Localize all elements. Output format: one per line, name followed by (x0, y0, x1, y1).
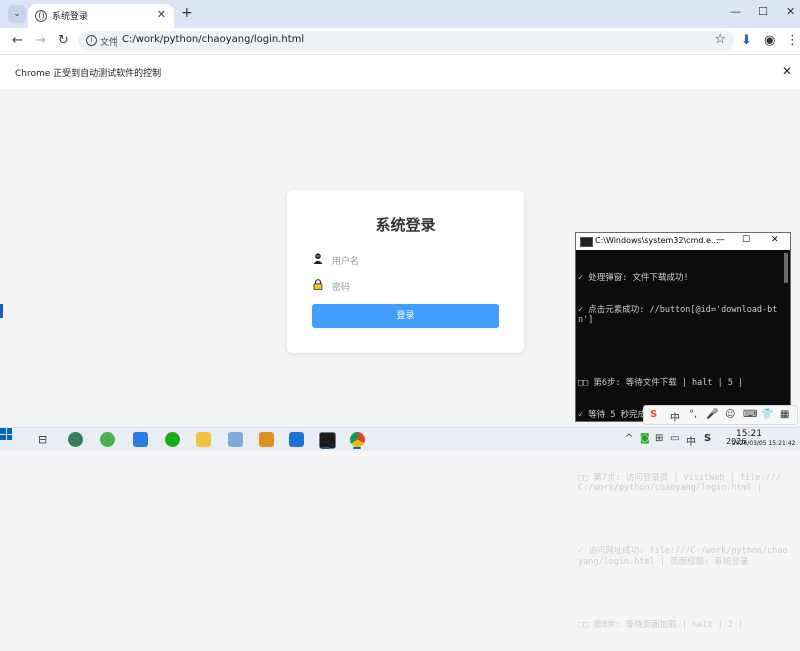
lock-icon (313, 279, 323, 290)
window-close-button[interactable]: ✕ (786, 5, 795, 18)
cmd-line: □□ 第6步: 等待文件下载 | halt | 5 | (578, 378, 744, 388)
skin-icon[interactable]: 👕 (761, 409, 773, 420)
left-edge-indicator (0, 304, 3, 318)
infobar-close-icon[interactable]: ✕ (782, 64, 792, 78)
cmd-titlebar[interactable]: C:\Windows\system32\cmd.e... — ☐ ✕ (576, 233, 790, 250)
file-explorer-icon[interactable] (196, 432, 211, 447)
sogou-logo-icon[interactable]: S (650, 409, 657, 420)
active-app-indicator (353, 447, 361, 449)
ime-toolbar[interactable]: S 中 °, 🎤 ☺ ⌨ 👕 ▦ (643, 405, 798, 425)
emoji-icon[interactable]: ☺ (725, 409, 735, 420)
password-input[interactable]: 密码 (332, 280, 350, 293)
cmd-app-icon (580, 237, 593, 247)
globe-icon (35, 10, 47, 22)
toolbox-icon[interactable]: ▦ (780, 409, 789, 420)
tray-ime-indicator[interactable]: 中 (686, 433, 696, 448)
cmd-scrollbar[interactable] (784, 253, 788, 283)
tab-search-button[interactable]: ⌄ (8, 5, 26, 23)
app-icon-3[interactable] (133, 432, 148, 447)
cmd-minimize-button[interactable]: — (716, 235, 725, 245)
cmd-title: C:\Windows\system32\cmd.e... (595, 236, 719, 245)
wechat-icon[interactable] (165, 432, 180, 447)
browser-tab-active[interactable]: 系统登录 ✕ (28, 4, 174, 28)
address-bar[interactable]: i 文件 C:/work/python/chaoyang/login.html … (78, 31, 734, 51)
window-minimize-button[interactable]: — (730, 5, 741, 18)
active-app-indicator (322, 447, 330, 449)
cmd-line: ✓ 处理弹窗: 文件下载成功! (578, 273, 689, 283)
cmd-line: □□ 第7步: 访问登录页 | visitWeb | file:///C:/wo… (578, 472, 781, 494)
reload-icon[interactable]: ↻ (58, 33, 69, 48)
back-icon[interactable]: ← (12, 33, 23, 48)
tray-icon[interactable]: ▭ (670, 433, 679, 444)
user-icon (313, 253, 323, 264)
info-icon[interactable]: i (86, 35, 97, 46)
new-tab-button[interactable]: + (181, 5, 193, 21)
cmd-line (578, 588, 788, 599)
browser-toolbar: ← → ↻ i 文件 C:/work/python/chaoyang/login… (0, 28, 800, 54)
tray-overflow-icon[interactable]: ^ (625, 433, 633, 444)
app-icon-1[interactable] (68, 432, 83, 447)
cmd-line (578, 515, 788, 526)
infobar-message: Chrome 正受到自动测试软件的控制 (15, 69, 162, 79)
cmd-line: ✓ 点击元素成功: //button[@id='download-btn'] (578, 304, 778, 326)
wechat-tray-icon[interactable]: ◙ (640, 433, 650, 444)
keyboard-icon[interactable]: ⌨ (743, 409, 757, 420)
cmd-line: ✓ 访问网址成功: file:///C:/work/python/chaoyan… (578, 546, 788, 567)
forward-icon[interactable]: → (35, 33, 46, 48)
tab-close-icon[interactable]: ✕ (157, 8, 166, 21)
windows-start-icon[interactable] (0, 428, 12, 440)
tab-title: 系统登录 (52, 12, 89, 22)
app-icon-8[interactable] (289, 432, 304, 447)
bookmark-star-icon[interactable]: ☆ (714, 32, 726, 47)
chrome-icon[interactable] (350, 432, 365, 447)
cmd-line: □□ 第8步: 等待页面加载 | halt | 2 | (578, 619, 744, 630)
automation-infobar: Chrome 正受到自动测试软件的控制 ✕ (0, 54, 800, 90)
menu-icon[interactable]: ⋮ (786, 33, 799, 48)
login-button[interactable]: 登录 (312, 304, 499, 328)
window-maximize-button[interactable]: ☐ (758, 5, 768, 18)
ime-mode-toggle[interactable]: 中 (670, 409, 680, 424)
sogou-tray-icon[interactable]: S (704, 433, 711, 444)
clock-date[interactable]: 2026/03/05 15:21:42 (732, 440, 795, 447)
microphone-icon[interactable]: 🎤 (706, 409, 718, 420)
app-icon-6[interactable] (228, 432, 243, 447)
url-text[interactable]: C:/work/python/chaoyang/login.html (122, 34, 304, 45)
cmd-output: ✓ 处理弹窗: 文件下载成功! ✓ 点击元素成功: //button[@id='… (578, 252, 788, 651)
address-separator (116, 36, 117, 47)
app-icon-2[interactable] (100, 432, 115, 447)
sublime-text-icon[interactable] (259, 432, 274, 447)
browser-tab-strip: ⌄ 系统登录 ✕ + — ☐ ✕ (0, 0, 800, 28)
cmd-close-button[interactable]: ✕ (771, 235, 779, 245)
cmd-window[interactable]: C:\Windows\system32\cmd.e... — ☐ ✕ ✓ 处理弹… (575, 232, 791, 630)
username-input[interactable]: 用户名 (332, 254, 359, 267)
profile-icon[interactable]: ◉ (764, 33, 775, 48)
tray-icon[interactable]: ⊞ (655, 433, 663, 444)
login-card: 系统登录 用户名 密码 登录 (287, 190, 524, 353)
cmd-line (578, 347, 788, 358)
download-icon[interactable]: ⬇ (741, 33, 752, 48)
punctuation-icon[interactable]: °, (689, 409, 697, 420)
task-view-icon[interactable]: ⊟ (38, 433, 47, 446)
cmd-maximize-button[interactable]: ☐ (742, 235, 750, 245)
login-title: 系统登录 (375, 216, 436, 234)
windows-taskbar: ⊟ ^ ◙ ⊞ ▭ 中 S 15:21 2026 2026/03/05 15:2… (0, 427, 800, 451)
